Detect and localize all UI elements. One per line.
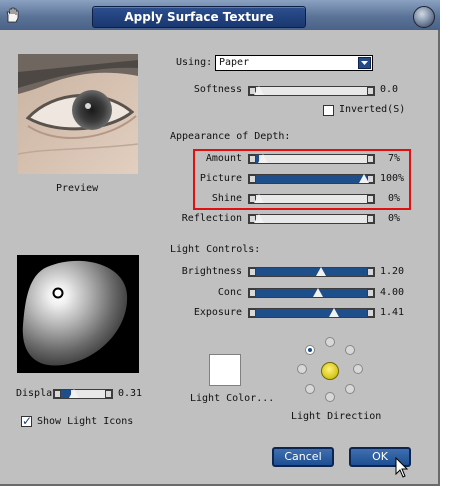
- using-label: Using:: [176, 57, 213, 68]
- preview-label: Preview: [56, 183, 99, 194]
- exposure-slider[interactable]: [248, 308, 375, 318]
- light-color-swatch[interactable]: [209, 354, 241, 386]
- depth-heading: Appearance of Depth:: [170, 131, 291, 142]
- light-heading: Light Controls:: [170, 244, 261, 255]
- show-light-icons-checkbox[interactable]: ✓: [21, 414, 33, 428]
- title-bar[interactable]: Apply Surface Texture: [0, 0, 440, 30]
- brightness-label: Brightness: [181, 266, 242, 277]
- check-icon: ✓: [22, 414, 33, 428]
- mouse-cursor-icon: [395, 457, 409, 478]
- inverted-checkbox[interactable]: [323, 105, 334, 116]
- direction-dot-se[interactable]: [345, 384, 355, 394]
- dropdown-arrow-icon[interactable]: [358, 57, 371, 69]
- conc-label: Conc: [217, 287, 242, 298]
- softness-value: 0.0: [380, 84, 399, 95]
- window-orb-icon[interactable]: [413, 6, 435, 28]
- brightness-value: 1.20: [380, 266, 405, 277]
- conc-value: 4.00: [380, 287, 405, 298]
- preview-image: [18, 54, 138, 174]
- light-source-icon[interactable]: [52, 287, 64, 299]
- cancel-button[interactable]: Cancel: [272, 447, 334, 467]
- softness-label: Softness: [193, 84, 242, 95]
- texture-select[interactable]: Paper: [215, 55, 373, 71]
- light-color-label[interactable]: Light Color...: [190, 393, 274, 404]
- light-preview[interactable]: [17, 255, 139, 373]
- direction-dot-nw[interactable]: [305, 345, 315, 355]
- hand-icon[interactable]: [4, 6, 22, 24]
- display-label: Display: [16, 388, 59, 399]
- reflection-slider[interactable]: [248, 214, 375, 224]
- window-title-pill: Apply Surface Texture: [92, 6, 306, 28]
- show-light-icons-label: Show Light Icons: [37, 416, 134, 427]
- softness-slider[interactable]: [248, 86, 375, 96]
- inverted-label: Inverted(S): [339, 104, 406, 115]
- direction-dot-w[interactable]: [297, 364, 307, 374]
- direction-dot-s[interactable]: [325, 392, 335, 402]
- direction-dot-sw[interactable]: [305, 384, 315, 394]
- reflection-label: Reflection: [181, 213, 242, 224]
- direction-dot-n[interactable]: [325, 337, 335, 347]
- window-title: Apply Surface Texture: [124, 10, 274, 24]
- light-direction-label: Light Direction: [291, 411, 382, 422]
- exposure-label: Exposure: [193, 307, 242, 318]
- brightness-slider[interactable]: [248, 267, 375, 277]
- exposure-value: 1.41: [380, 307, 405, 318]
- direction-dot-e[interactable]: [353, 364, 363, 374]
- texture-select-value: Paper: [219, 57, 250, 68]
- direction-center-sun-icon[interactable]: [321, 362, 339, 380]
- highlight-box: [193, 149, 411, 210]
- dialog-window: Apply Surface Texture Preview Display 0.…: [0, 0, 440, 486]
- conc-slider[interactable]: [248, 288, 375, 298]
- direction-dot-ne[interactable]: [345, 345, 355, 355]
- display-value: 0.31: [118, 388, 143, 399]
- display-slider[interactable]: [53, 389, 113, 399]
- reflection-value: 0%: [388, 213, 401, 224]
